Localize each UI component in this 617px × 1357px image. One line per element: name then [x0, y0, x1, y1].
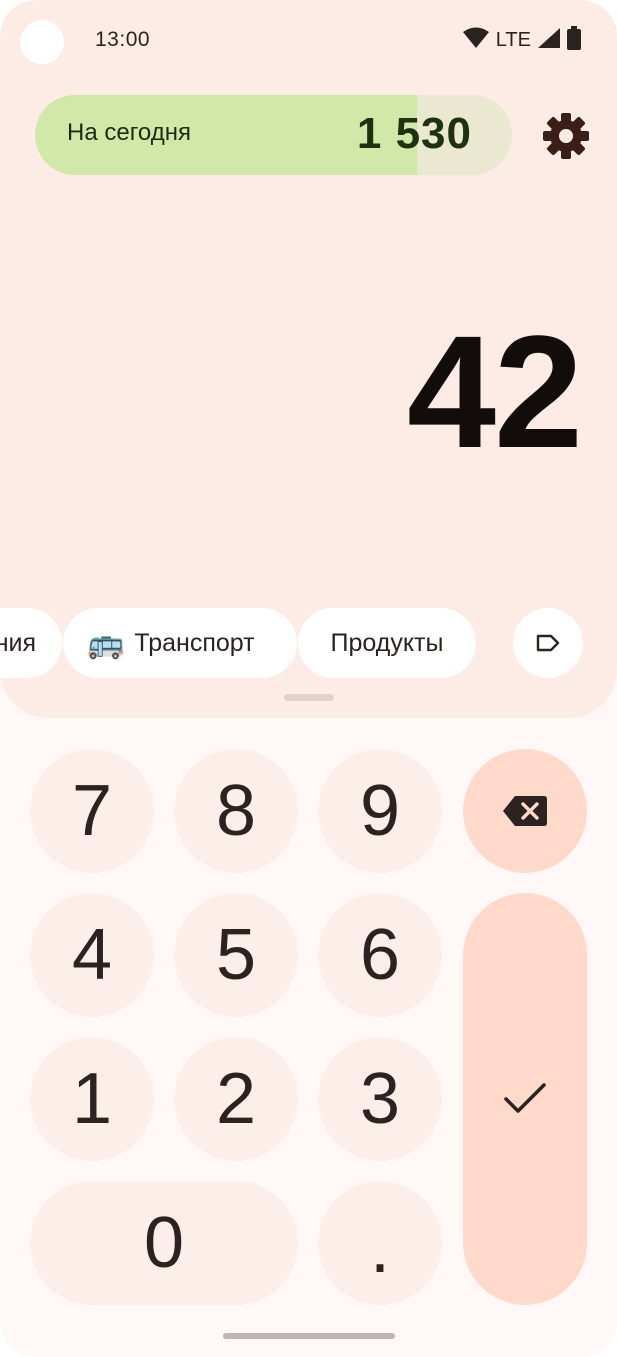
bus-icon: 🚌: [87, 626, 125, 660]
key-1[interactable]: 1: [30, 1037, 154, 1161]
key-7[interactable]: 7: [30, 749, 154, 873]
status-bar: 13:00 LTE: [0, 0, 617, 84]
settings-button[interactable]: [540, 110, 592, 162]
key-2[interactable]: 2: [174, 1037, 298, 1161]
signal-icon: [537, 27, 561, 53]
network-type: LTE: [495, 28, 531, 51]
drag-handle[interactable]: [284, 694, 334, 701]
key-5[interactable]: 5: [174, 893, 298, 1017]
status-icons: LTE: [462, 26, 581, 54]
category-label: ния: [0, 628, 36, 657]
key-9[interactable]: 9: [318, 749, 442, 873]
category-label: Транспорт: [134, 628, 255, 657]
add-tag-button[interactable]: [513, 608, 583, 678]
gear-icon: [543, 113, 589, 159]
label-icon: [536, 634, 560, 652]
battery-icon: [567, 26, 581, 54]
key-decimal[interactable]: .: [318, 1181, 442, 1305]
check-icon: [504, 1083, 546, 1113]
confirm-button[interactable]: [463, 893, 587, 1305]
backspace-icon: [503, 796, 547, 826]
camera-cutout: [20, 20, 64, 64]
category-chip-transport[interactable]: 🚌 Транспорт: [63, 608, 297, 678]
category-chip[interactable]: ния: [0, 608, 62, 678]
category-chips[interactable]: ния 🚌 Транспорт Продукты: [0, 608, 617, 680]
wifi-icon: [462, 27, 490, 53]
key-0[interactable]: 0: [30, 1181, 298, 1305]
budget-value: 1 530: [356, 109, 472, 158]
status-time: 13:00: [95, 28, 151, 51]
expense-input-screen: 13:00 LTE На сегодня 1 530 42 ния 🚌 Тран…: [0, 0, 617, 1357]
backspace-button[interactable]: [463, 749, 587, 873]
budget-label: На сегодня: [67, 119, 191, 146]
key-8[interactable]: 8: [174, 749, 298, 873]
category-label: Продукты: [330, 628, 444, 657]
key-4[interactable]: 4: [30, 893, 154, 1017]
key-3[interactable]: 3: [318, 1037, 442, 1161]
key-6[interactable]: 6: [318, 893, 442, 1017]
category-chip-groceries[interactable]: Продукты: [298, 608, 476, 678]
daily-budget-pill[interactable]: На сегодня 1 530: [35, 95, 512, 175]
amount-display: 42: [407, 302, 583, 481]
gesture-nav-bar[interactable]: [223, 1333, 395, 1339]
